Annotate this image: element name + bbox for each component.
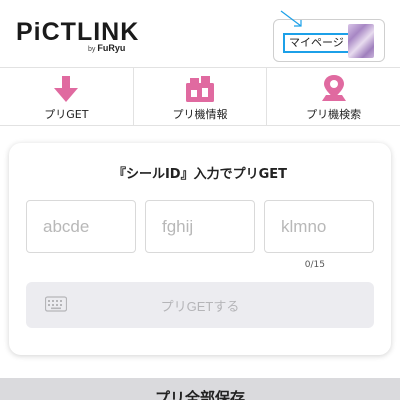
puri-get-submit-button[interactable]: プリGETする (26, 282, 374, 328)
nav-item-machine-info[interactable]: プリ機情報 (134, 68, 268, 125)
seal-id-input-3[interactable] (264, 200, 374, 253)
nav-label: プリGET (44, 108, 89, 121)
seal-id-card: 『シールID』入力でプリGET 0/15 プリGETする (9, 143, 391, 355)
nav-item-puri-get[interactable]: プリGET (0, 68, 134, 125)
card-title: 『シールID』入力でプリGET (112, 167, 288, 182)
character-counter: 0/15 (304, 260, 325, 270)
seal-id-input-1[interactable] (26, 200, 136, 253)
seal-id-input-2[interactable] (145, 200, 255, 253)
submit-label: プリGETする (160, 299, 240, 314)
save-all-label: プリ全部保存 (154, 389, 245, 400)
download-arrow-icon (54, 76, 79, 102)
logo-by-text: by (88, 46, 96, 53)
nav-item-machine-search[interactable]: プリ機検索 (267, 68, 400, 125)
mypage-label: マイページ (283, 33, 350, 53)
map-pin-icon (321, 75, 346, 101)
save-all-button[interactable]: プリ全部保存 (0, 378, 400, 400)
header: PiCTLINK by FuRyu マイページ (0, 0, 400, 68)
logo[interactable]: PiCTLINK (16, 20, 139, 45)
nav-label: プリ機情報 (172, 108, 228, 121)
photo-booth-icon (186, 76, 214, 102)
nav-label: プリ機検索 (306, 108, 362, 121)
avatar (348, 24, 374, 58)
main-nav: プリGET プリ機情報 プリ機検索 (0, 68, 400, 126)
logo-byline: by FuRyu (88, 43, 126, 54)
logo-brand-text: FuRyu (97, 43, 126, 53)
pointer-arrow-icon (280, 10, 302, 27)
